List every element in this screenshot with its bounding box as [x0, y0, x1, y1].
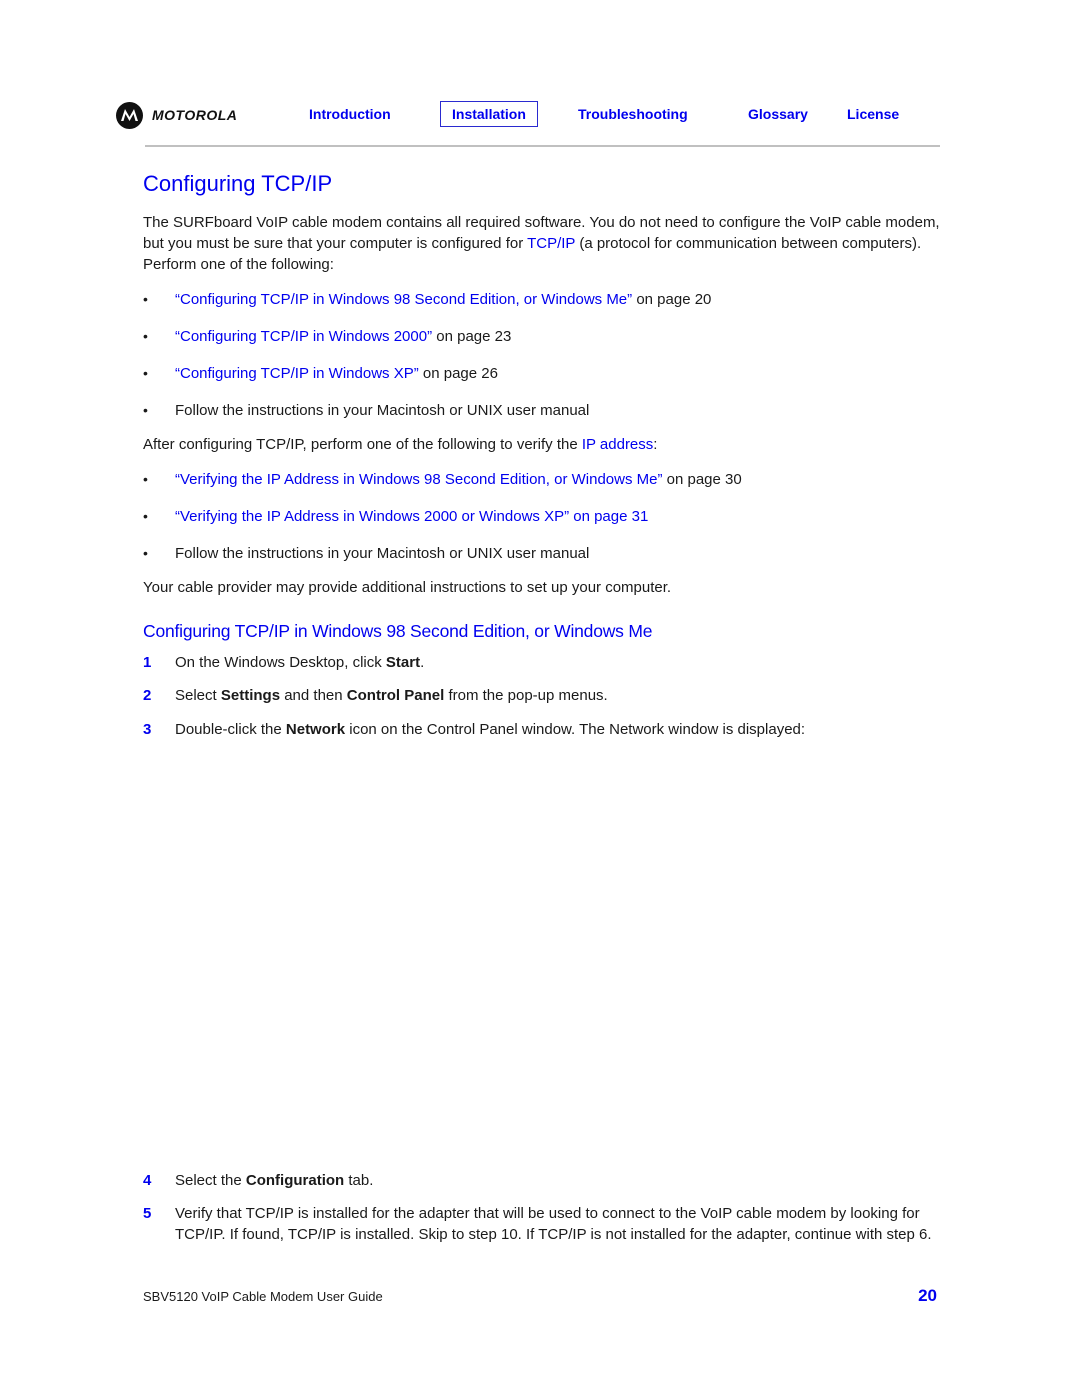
- motorola-batwing-icon: [116, 101, 143, 129]
- link-verify-win2000-xp[interactable]: “Verifying the IP Address in Windows 200…: [175, 508, 648, 525]
- step-text-run: tab.: [344, 1172, 374, 1189]
- step-text: Select Settings and then Control Panel f…: [175, 685, 940, 706]
- ui-term: Settings: [220, 687, 281, 704]
- brand-wordmark: MOTOROLA: [152, 107, 238, 123]
- motorola-logo: MOTOROLA: [116, 101, 237, 129]
- ui-term: Control Panel: [346, 687, 445, 704]
- ui-term: Network: [285, 721, 346, 738]
- list-item-text: Follow the instructions in your Macintos…: [175, 545, 590, 562]
- bullet-icon: •: [143, 471, 148, 487]
- page-ref: on page 30: [662, 471, 742, 488]
- step-number: 3: [143, 721, 152, 738]
- step-text: Double-click the Network icon on the Con…: [175, 719, 940, 740]
- link-config-winxp[interactable]: “Configuring TCP/IP in Windows XP”: [175, 365, 419, 382]
- step-text-run: and then: [280, 687, 347, 704]
- step-text-run: icon on the Control Panel window. The Ne…: [345, 721, 806, 738]
- step-text-run: .: [420, 654, 425, 671]
- nav-introduction[interactable]: Introduction: [309, 106, 391, 122]
- link-config-win98[interactable]: “Configuring TCP/IP in Windows 98 Second…: [175, 291, 632, 308]
- nav-installation[interactable]: Installation: [440, 101, 538, 127]
- provider-note: Your cable provider may provide addition…: [143, 579, 672, 596]
- step-text: On the Windows Desktop, click Start.: [175, 652, 940, 673]
- bullet-icon: •: [143, 365, 148, 381]
- step-text: Verify that TCP/IP is installed for the …: [175, 1203, 940, 1245]
- step-text-run: Verify that TCP/IP is installed for the …: [175, 1205, 932, 1243]
- page-ref: on page 20: [632, 291, 712, 308]
- step-text-run: On the Windows Desktop, click: [175, 654, 386, 671]
- bullet-icon: •: [143, 508, 148, 524]
- step-text: Select the Configuration tab.: [175, 1170, 940, 1191]
- header-divider: [145, 145, 940, 147]
- step-text-run: from the pop-up menus.: [444, 687, 608, 704]
- bullet-icon: •: [143, 402, 148, 418]
- intro-paragraph: The SURFboard VoIP cable modem contains …: [143, 212, 943, 275]
- nav-glossary[interactable]: Glossary: [748, 106, 808, 122]
- step-text-run: Select the: [175, 1172, 246, 1189]
- page-title: Configuring TCP/IP: [143, 171, 333, 196]
- ui-term: Start: [385, 654, 421, 671]
- verify-intro: After configuring TCP/IP, perform one of…: [143, 434, 943, 455]
- ip-address-glossary-link[interactable]: IP address: [582, 436, 653, 453]
- verify-intro-text-end: :: [653, 436, 658, 453]
- step-number: 1: [143, 654, 152, 671]
- ui-term: Configuration: [245, 1172, 345, 1189]
- bullet-icon: •: [143, 328, 148, 344]
- step-text-run: Double-click the: [175, 721, 286, 738]
- page-ref: on page 26: [418, 365, 498, 382]
- link-config-win2000[interactable]: “Configuring TCP/IP in Windows 2000”: [175, 328, 432, 345]
- step-number: 4: [143, 1172, 152, 1189]
- verify-intro-text: After configuring TCP/IP, perform one of…: [143, 436, 582, 453]
- page-ref: on page 23: [432, 328, 512, 345]
- bullet-icon: •: [143, 545, 148, 561]
- bullet-icon: •: [143, 291, 148, 307]
- step-number: 2: [143, 687, 152, 704]
- footer-page-number: 20: [918, 1286, 937, 1305]
- footer-guide-title: SBV5120 VoIP Cable Modem User Guide: [143, 1289, 383, 1304]
- section-heading: Configuring TCP/IP in Windows 98 Second …: [143, 621, 653, 641]
- list-item-text: Follow the instructions in your Macintos…: [175, 402, 590, 419]
- step-text-run: Select: [175, 687, 221, 704]
- step-number: 5: [143, 1205, 152, 1222]
- tcpip-glossary-link[interactable]: TCP/IP: [527, 235, 575, 252]
- link-verify-win98[interactable]: “Verifying the IP Address in Windows 98 …: [175, 471, 662, 488]
- nav-license[interactable]: License: [847, 106, 899, 122]
- nav-troubleshooting[interactable]: Troubleshooting: [578, 106, 688, 122]
